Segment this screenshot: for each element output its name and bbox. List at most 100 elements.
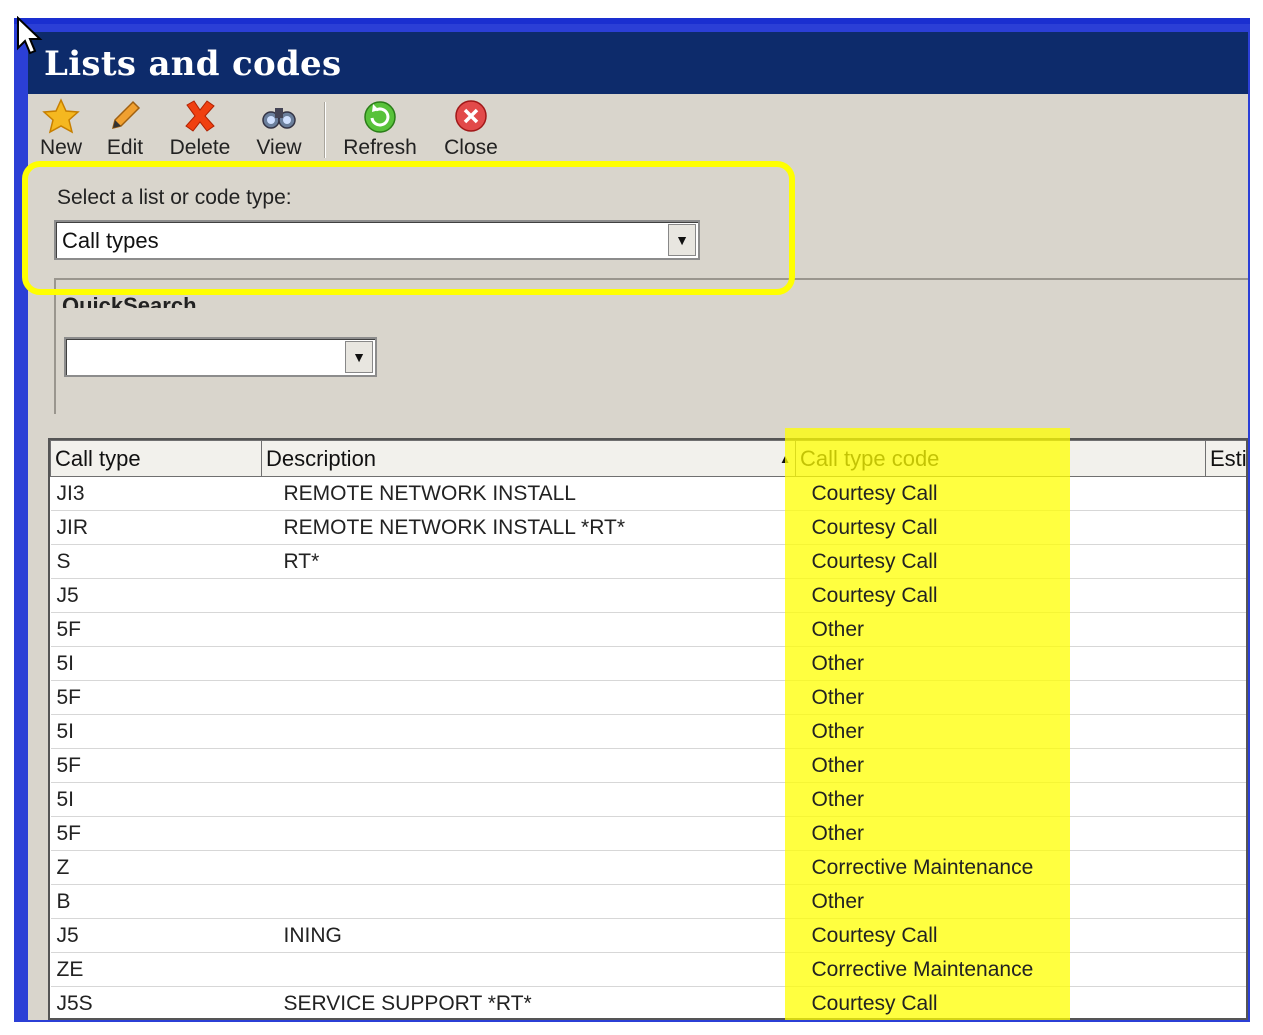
delete-button[interactable]: Delete [164,98,236,162]
cell-call-type-code: Corrective Maintenance [795,850,1206,885]
cell-estimate: 60 [1205,476,1246,511]
title-bar: Lists and codes [28,32,1248,94]
new-button[interactable]: New [36,98,86,162]
cell-call-type: ZE [50,952,262,987]
table-row[interactable]: 5I Other60 [50,714,1246,749]
cell-call-type: 5F [50,680,262,715]
cell-description: RT* [261,544,796,579]
cell-call-type-code: Other [795,680,1206,715]
table-body: JI3REMOTE NETWORK INSTALLCourtesy Call60… [50,476,1246,1018]
table-row[interactable]: Z Corrective Maintenance60 [50,850,1246,885]
cell-call-type-code: Other [795,646,1206,681]
cell-description [261,612,796,647]
table-row[interactable]: ZE Corrective Maintenance60 [50,952,1246,987]
cell-call-type: 5I [50,714,262,749]
column-header-call-type[interactable]: Call type [50,440,262,477]
table-row[interactable]: B Other1 [50,884,1246,919]
table-row[interactable]: 5F Other60 [50,680,1246,715]
cell-description [261,884,796,919]
cell-call-type-code: Courtesy Call [795,918,1206,953]
binoculars-icon [262,108,296,129]
cell-call-type: Z [50,850,262,885]
table-row[interactable]: 5I Other60 [50,782,1246,817]
column-header-call-type-code[interactable]: Call type code [795,440,1206,477]
table-row[interactable]: JI3REMOTE NETWORK INSTALLCourtesy Call60 [50,476,1246,511]
cell-estimate: 60 [1205,646,1246,681]
refresh-icon [364,101,396,133]
table-row[interactable]: J5ININGCourtesy Call60 [50,918,1246,953]
cell-call-type-code: Other [795,714,1206,749]
pencil-icon [111,100,141,130]
cell-call-type: 5F [50,816,262,851]
table-row[interactable]: 5F Other60 [50,748,1246,783]
toolbar: New Edit Delete View Refresh Close [28,94,1248,164]
cell-estimate: 60 [1205,680,1246,715]
cell-call-type-code: Courtesy Call [795,544,1206,579]
cell-estimate: 1 [1205,884,1246,919]
table-row[interactable]: 5F Other60 [50,816,1246,851]
cell-description [261,646,796,681]
cell-description [261,952,796,987]
cell-call-type-code: Other [795,884,1206,919]
cell-call-type: J5 [50,578,262,613]
cell-call-type-code: Courtesy Call [795,578,1206,613]
cell-description [261,850,796,885]
delete-x-icon [185,100,215,132]
sort-ascending-icon: ▲ [779,451,791,466]
cell-description [261,782,796,817]
cell-call-type-code: Corrective Maintenance [795,952,1206,987]
close-icon [455,100,487,132]
star-icon [42,98,80,134]
cell-estimate: 30 [1205,578,1246,613]
refresh-button[interactable]: Refresh [338,98,422,162]
cell-estimate: 30 [1205,510,1246,545]
cell-description [261,578,796,613]
cell-call-type: 5F [50,612,262,647]
call-types-grid: Call type Description ▲ Call type code Es… [48,438,1248,1020]
table-row[interactable]: 5F Other60 [50,612,1246,647]
cell-call-type-code: Courtesy Call [795,510,1206,545]
table-row[interactable]: J5 Courtesy Call30 [50,578,1246,613]
close-label: Close [444,136,498,159]
cell-description [261,816,796,851]
cell-description [261,680,796,715]
column-header-description[interactable]: Description ▲ [261,440,796,477]
quicksearch-input[interactable]: ▼ [64,337,377,377]
cell-estimate: 60 [1205,850,1246,885]
cell-estimate: 60 [1205,748,1246,783]
edit-button[interactable]: Edit [102,98,148,162]
cell-description [261,748,796,783]
cell-estimate: 60 [1205,918,1246,953]
cell-call-type-code: Other [795,612,1206,647]
cell-call-type: 5I [50,782,262,817]
view-button[interactable]: View [254,98,304,162]
column-header-estimate[interactable]: Esti [1205,440,1246,477]
table-row[interactable]: JIR REMOTE NETWORK INSTALL *RT* Courtesy C… [50,510,1246,545]
table-row[interactable]: SRT*Courtesy Call60 [50,544,1246,579]
new-label: New [39,136,82,159]
selector-highlight [22,161,795,295]
window-title: Lists and codes [44,44,342,84]
cell-call-type: S [50,544,262,579]
cell-call-type: J5S [50,986,262,1018]
cell-call-type: JIR [50,510,262,545]
chevron-down-icon[interactable]: ▼ [345,341,373,373]
cell-estimate: 60 [1205,816,1246,851]
cell-estimate: 60 [1205,952,1246,987]
cell-call-type: J5 [50,918,262,953]
cell-call-type: 5F [50,748,262,783]
edit-label: Edit [106,136,144,159]
view-label: View [256,136,302,159]
cell-estimate: 60 [1205,714,1246,749]
table-row[interactable]: J5SSERVICE SUPPORT *RT*Courtesy Call60 [50,986,1246,1018]
cell-call-type: B [50,884,262,919]
toolbar-separator [324,102,326,158]
call-types-table: Call type Description ▲ Call type code Es… [50,440,1246,1018]
cell-call-type: 5I [50,646,262,681]
cell-call-type-code: Courtesy Call [795,476,1206,511]
close-button[interactable]: Close [440,98,502,162]
table-header-row: Call type Description ▲ Call type code Es… [50,440,1246,477]
table-row[interactable]: 5I Other60 [50,646,1246,681]
cell-description: REMOTE NETWORK INSTALL [261,476,796,511]
cell-estimate: 60 [1205,782,1246,817]
